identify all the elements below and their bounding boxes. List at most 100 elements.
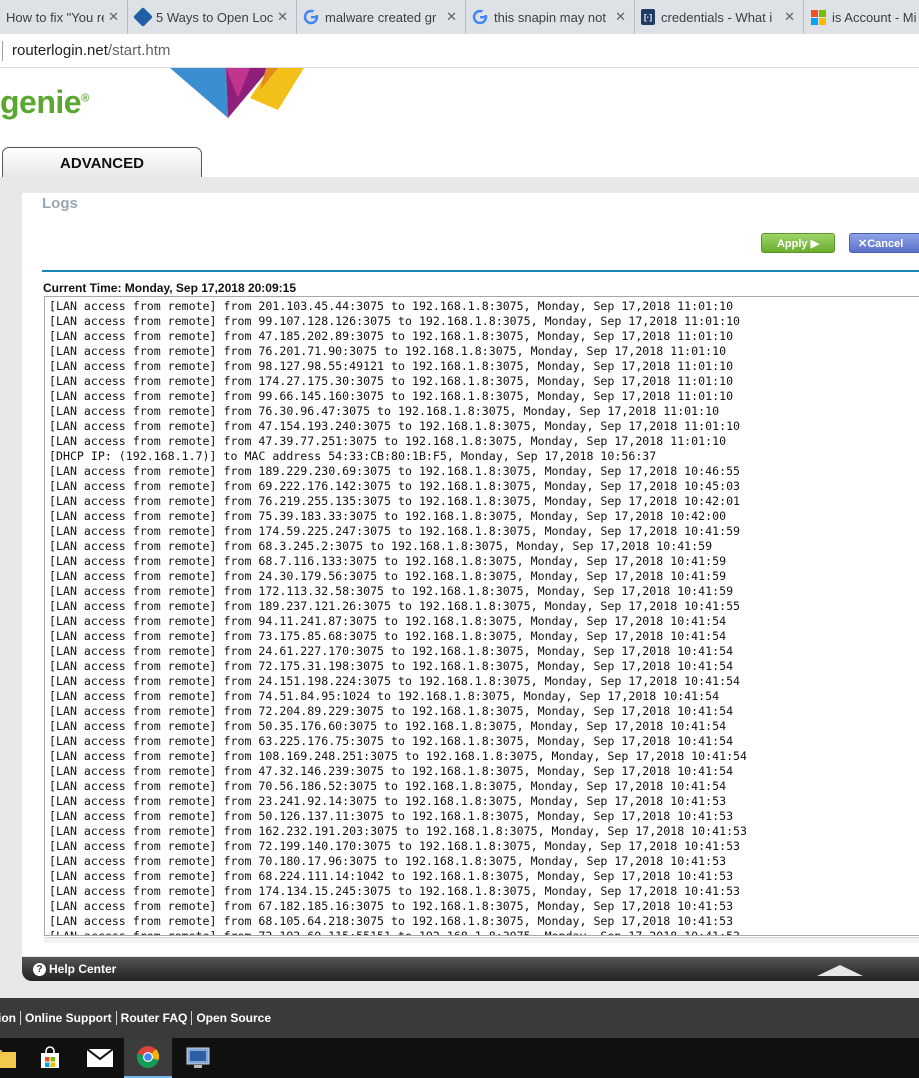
log-line: [LAN access from remote] from 72.199.140… bbox=[49, 839, 741, 853]
log-line: [LAN access from remote] from 174.59.225… bbox=[49, 524, 741, 538]
help-center-label: Help Center bbox=[49, 962, 117, 976]
browser-tab[interactable]: 5 Ways to Open Loc ✕ bbox=[128, 0, 297, 34]
microsoft-icon bbox=[810, 9, 826, 25]
logo-shapes-icon bbox=[170, 68, 304, 118]
log-line: [LAN access from remote] from 47.185.202… bbox=[49, 329, 734, 343]
log-line: [LAN access from remote] from 94.11.241.… bbox=[49, 614, 727, 628]
log-line: [LAN access from remote] from 68.3.245.2… bbox=[49, 539, 713, 553]
footer-separator bbox=[191, 1011, 193, 1025]
log-line: [LAN access from remote] from 174.134.15… bbox=[49, 884, 741, 898]
taskbar-chrome[interactable] bbox=[124, 1038, 172, 1078]
close-icon[interactable]: ✕ bbox=[615, 9, 626, 25]
footer-separator bbox=[115, 1011, 117, 1025]
log-line: [LAN access from remote] from 172.113.32… bbox=[49, 584, 734, 598]
log-line: [LAN access from remote] from 76.201.71.… bbox=[49, 344, 727, 358]
browser-tab[interactable]: this snapin may not ✕ bbox=[466, 0, 635, 34]
log-line: [LAN access from remote] from 50.126.137… bbox=[49, 809, 734, 823]
cancel-button[interactable]: ✕Cancel bbox=[849, 233, 919, 253]
taskbar-store[interactable] bbox=[26, 1038, 74, 1078]
browser-tab-title: credentials - What i bbox=[661, 9, 773, 25]
help-icon: ? bbox=[33, 962, 46, 976]
current-time: Current Time: Monday, Sep 17,2018 20:09:… bbox=[43, 281, 296, 295]
bracket-icon: [·] bbox=[641, 9, 655, 25]
diamond-icon bbox=[133, 7, 153, 27]
close-icon[interactable]: ✕ bbox=[108, 9, 119, 25]
browser-tab[interactable]: How to fix "You req✕ bbox=[0, 0, 128, 34]
google-icon bbox=[303, 9, 319, 25]
page-title: Logs bbox=[42, 195, 78, 212]
log-line: [LAN access from remote] from 67.182.185… bbox=[49, 899, 734, 913]
log-line: [LAN access from remote] from 201.103.45… bbox=[49, 299, 734, 313]
log-line: [LAN access from remote] from 24.30.179.… bbox=[49, 569, 727, 583]
browser-tab-strip: How to fix "You req✕5 Ways to Open Loc✕m… bbox=[0, 0, 919, 34]
footer-link[interactable]: Router FAQ bbox=[121, 1011, 188, 1025]
chrome-icon bbox=[136, 1046, 160, 1068]
log-line: [LAN access from remote] from 73.175.85.… bbox=[49, 629, 727, 643]
log-line: [LAN access from remote] from 47.154.193… bbox=[49, 419, 741, 433]
browser-tab[interactable]: [·] credentials - What i ✕ bbox=[635, 0, 804, 34]
logo-registered-mark: ® bbox=[81, 92, 89, 105]
log-line: [LAN access from remote] from 98.127.98.… bbox=[49, 359, 734, 373]
url-text[interactable]: routerlogin.net/start.htm bbox=[12, 42, 170, 59]
browser-tab-title: is Account - Mi bbox=[832, 9, 917, 25]
browser-tab-title: this snapin may not bbox=[494, 9, 607, 25]
address-bar-separator bbox=[2, 40, 3, 61]
address-bar[interactable]: routerlogin.net/start.htm bbox=[0, 34, 919, 68]
log-line: [LAN access from remote] from 63.225.176… bbox=[49, 734, 734, 748]
browser-tab[interactable]: malware created gr ✕ bbox=[297, 0, 466, 34]
taskbar-mail[interactable] bbox=[76, 1038, 124, 1078]
log-line: [LAN access from remote] from 69.222.176… bbox=[49, 479, 741, 493]
close-icon[interactable]: ✕ bbox=[277, 9, 288, 25]
log-horizontal-scrollbar[interactable] bbox=[44, 937, 919, 943]
log-line: [LAN access from remote] from 70.180.17.… bbox=[49, 854, 727, 868]
section-divider bbox=[42, 270, 919, 272]
log-line: [LAN access from remote] from 72.193.60.… bbox=[49, 929, 741, 936]
windows-taskbar bbox=[0, 1038, 919, 1078]
url-path: /start.htm bbox=[107, 42, 171, 59]
google-icon bbox=[472, 9, 488, 25]
taskbar-app[interactable] bbox=[174, 1038, 222, 1078]
help-center-bar[interactable]: ? Help Center bbox=[22, 957, 919, 981]
apply-button[interactable]: Apply ▶ bbox=[761, 233, 835, 253]
log-line: [LAN access from remote] from 162.232.19… bbox=[49, 824, 748, 838]
mail-icon bbox=[87, 1049, 113, 1067]
footer-link[interactable]: Open Source bbox=[196, 1011, 271, 1025]
logo-wordmark: genie bbox=[0, 84, 82, 120]
url-host: routerlogin.net bbox=[12, 42, 108, 59]
log-line: [LAN access from remote] from 47.32.146.… bbox=[49, 764, 734, 778]
footer-link[interactable]: ion bbox=[0, 1011, 16, 1025]
footer-links: ion Online Support Router FAQ Open Source bbox=[0, 998, 919, 1038]
log-textarea[interactable]: [LAN access from remote] from 201.103.45… bbox=[44, 296, 919, 936]
log-line: [LAN access from remote] from 76.219.255… bbox=[49, 494, 741, 508]
log-line: [LAN access from remote] from 99.66.145.… bbox=[49, 389, 734, 403]
browser-tab-title: malware created gr bbox=[325, 9, 437, 25]
computer-app-icon bbox=[186, 1047, 210, 1068]
logs-panel: Logs Apply ▶ ✕Cancel Current Time: Monda… bbox=[22, 193, 919, 956]
folder-icon bbox=[0, 1050, 16, 1068]
log-line: [DHCP IP: (192.168.1.7)] to MAC address … bbox=[49, 449, 657, 463]
close-icon[interactable]: ✕ bbox=[784, 9, 795, 25]
log-line: [LAN access from remote] from 174.27.175… bbox=[49, 374, 734, 388]
log-line: [LAN access from remote] from 70.56.186.… bbox=[49, 779, 727, 793]
log-line: [LAN access from remote] from 74.51.84.9… bbox=[49, 689, 720, 703]
log-line: [LAN access from remote] from 68.224.111… bbox=[49, 869, 734, 883]
footer-link[interactable]: Online Support bbox=[25, 1011, 112, 1025]
log-line: [LAN access from remote] from 24.151.198… bbox=[49, 674, 741, 688]
log-line: [LAN access from remote] from 72.175.31.… bbox=[49, 659, 734, 673]
tab-advanced[interactable]: ADVANCED bbox=[2, 147, 202, 179]
genie-logo[interactable]: genie® bbox=[0, 84, 89, 121]
router-header: genie® ADVANCED bbox=[0, 68, 919, 179]
expand-arrow-icon[interactable] bbox=[815, 963, 865, 977]
browser-tab[interactable]: is Account - Mi bbox=[804, 0, 919, 34]
browser-tab-title: How to fix "You req bbox=[6, 9, 104, 25]
log-line: [LAN access from remote] from 23.241.92.… bbox=[49, 794, 727, 808]
log-line: [LAN access from remote] from 68.7.116.1… bbox=[49, 554, 727, 568]
log-line: [LAN access from remote] from 47.39.77.2… bbox=[49, 434, 727, 448]
log-line: [LAN access from remote] from 108.169.24… bbox=[49, 749, 748, 763]
close-icon[interactable]: ✕ bbox=[446, 9, 457, 25]
log-line: [LAN access from remote] from 76.30.96.4… bbox=[49, 404, 720, 418]
log-line: [LAN access from remote] from 189.229.23… bbox=[49, 464, 741, 478]
log-line: [LAN access from remote] from 75.39.183.… bbox=[49, 509, 727, 523]
log-line: [LAN access from remote] from 72.204.89.… bbox=[49, 704, 734, 718]
taskbar-explorer[interactable] bbox=[0, 1038, 28, 1078]
